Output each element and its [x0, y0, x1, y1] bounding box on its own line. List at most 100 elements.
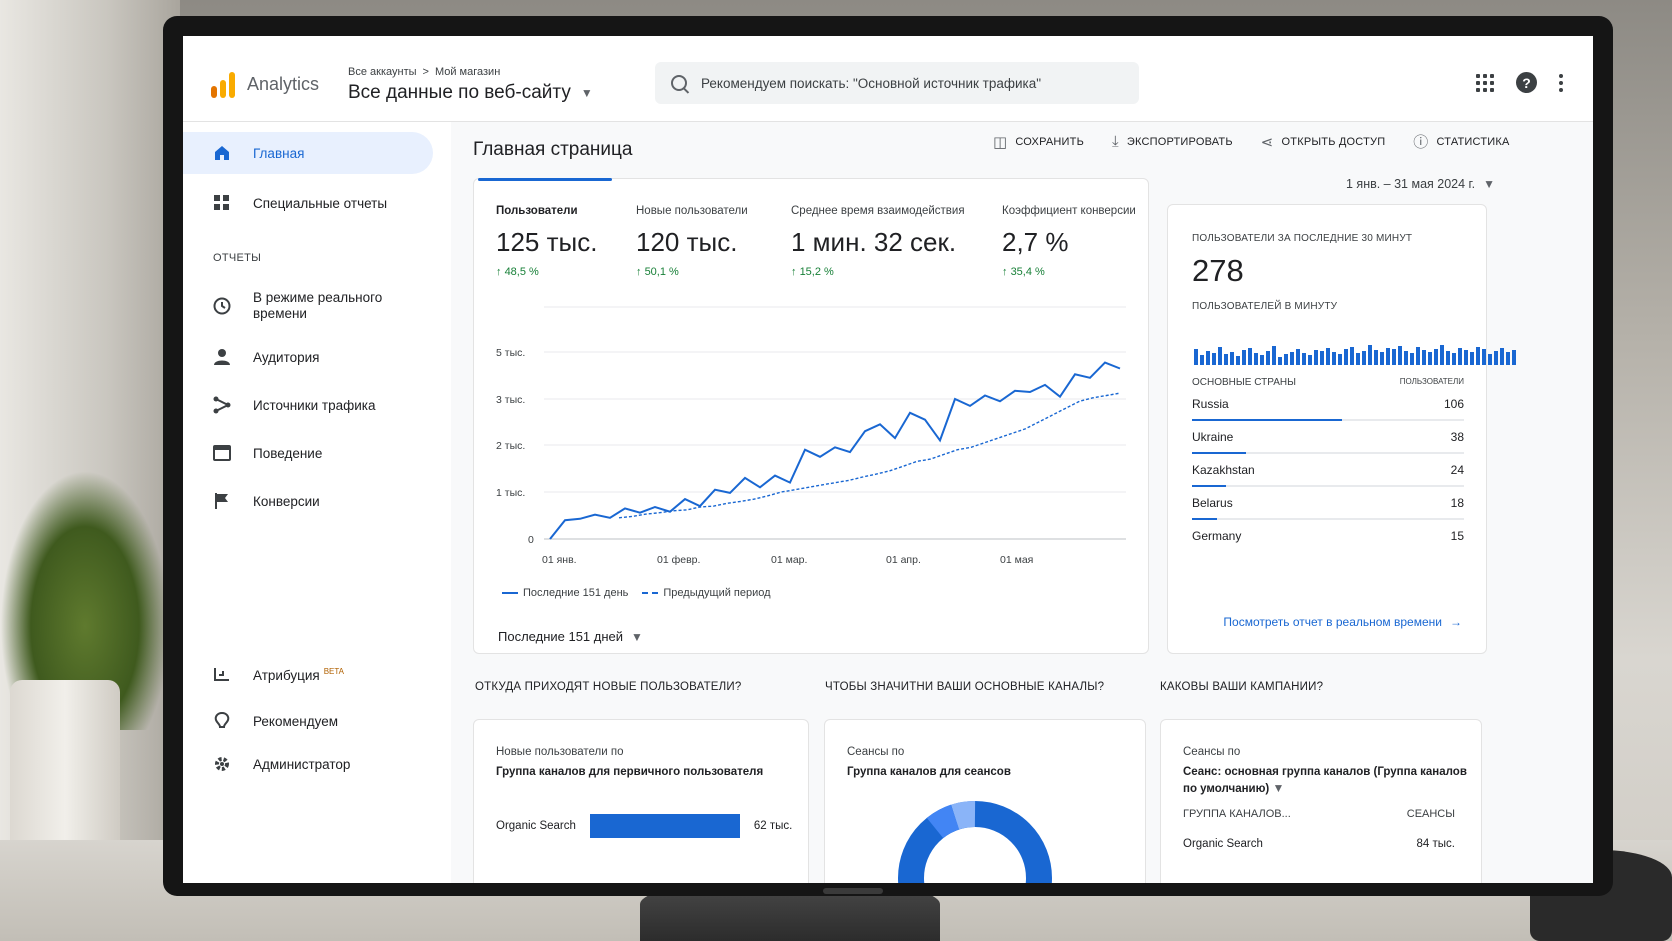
country-row[interactable]: Belarus 18	[1192, 496, 1464, 520]
country-value: 106	[1443, 397, 1464, 411]
date-range-label: 1 янв. – 31 мая 2024 г.	[1346, 177, 1476, 191]
date-range-picker[interactable]: 1 янв. – 31 мая 2024 г. ▼	[1346, 177, 1495, 191]
realtime-bar	[1194, 349, 1198, 365]
period-selector[interactable]: Последние 151 дней ▼	[498, 629, 643, 644]
help-icon[interactable]: ?	[1516, 72, 1537, 93]
sidebar-item-behavior[interactable]: Поведение	[183, 432, 433, 474]
legend-previous[interactable]: Предыдущий период	[642, 587, 771, 599]
share-button[interactable]: ⋖ ОТКРЫТЬ ДОСТУП	[1261, 131, 1386, 152]
realtime-bar	[1236, 356, 1240, 365]
metric-value: 125 тыс.	[496, 227, 598, 257]
card-subtitle: Сеанс: основная группа каналов (Группа к…	[1183, 766, 1467, 795]
x-tick-label: 01 янв.	[542, 554, 577, 566]
country-bar	[1192, 485, 1227, 487]
realtime-bar	[1374, 350, 1378, 365]
breadcrumb-account[interactable]: Мой магазин	[435, 66, 500, 78]
sidebar-item-traffic-sources[interactable]: Источники трафика	[183, 384, 433, 426]
realtime-card: ПОЛЬЗОВАТЕЛИ ЗА ПОСЛЕДНИЕ 30 МИНУТ 278 П…	[1167, 204, 1516, 654]
realtime-bar	[1404, 351, 1408, 365]
question-new-users: ОТКУДА ПРИХОДЯТ НОВЫЕ ПОЛЬЗОВАТЕЛИ?	[475, 681, 742, 693]
realtime-bar	[1458, 348, 1462, 365]
realtime-bar	[1368, 345, 1372, 365]
donut-segment-minor	[951, 801, 976, 830]
property-selector[interactable]: Все данные по веб-сайту ▼	[348, 82, 593, 104]
realtime-bar	[1410, 353, 1414, 365]
donut-chart[interactable]	[895, 798, 1055, 883]
sidebar-item-label: Рекомендуем	[253, 713, 338, 729]
period-label: Последние 151 дней	[498, 629, 624, 644]
sidebar-item-home[interactable]: Главная	[183, 132, 433, 174]
country-row[interactable]: Ukraine 38	[1192, 430, 1464, 454]
realtime-bar	[1440, 345, 1444, 365]
export-label: ЭКСПОРТИРОВАТЬ	[1126, 135, 1233, 148]
apps-grid-icon[interactable]	[1476, 73, 1494, 92]
country-bar	[1192, 518, 1218, 520]
realtime-bar	[1320, 351, 1324, 365]
sidebar-item-conversions[interactable]: Конверсии	[183, 480, 433, 522]
question-campaigns: КАКОВЫ ВАШИ КАМПАНИИ?	[1160, 681, 1324, 693]
countries-header: ОСНОВНЫЕ СТРАНЫ ПОЛЬЗОВАТЕЛИ	[1192, 377, 1464, 388]
realtime-title: ПОЛЬЗОВАТЕЛИ ЗА ПОСЛЕДНИЕ 30 МИНУТ	[1192, 233, 1413, 244]
col-channel-group[interactable]: ГРУППА КАНАЛОВ...	[1183, 808, 1291, 820]
realtime-bar	[1278, 357, 1282, 365]
line-chart[interactable]: 0 1 тыс. 2 тыс. 3 тыс. 5 тыс. 01 янв. 01 февр.…	[474, 289, 1150, 579]
row-value: 84 тыс.	[1416, 838, 1455, 850]
stats-button[interactable]: ⓘ СТАТИСТИКА	[1413, 131, 1509, 152]
legend-current[interactable]: Последние 151 день	[502, 587, 628, 599]
search-input[interactable]: Рекомендуем поискать: "Основной источник…	[655, 62, 1139, 104]
realtime-bar	[1380, 352, 1384, 365]
share-label: ОТКРЫТЬ ДОСТУП	[1281, 135, 1386, 148]
download-icon: ⤓	[1112, 133, 1119, 150]
realtime-bar	[1272, 346, 1276, 365]
logo-text[interactable]: Analytics	[247, 74, 319, 95]
behavior-icon	[213, 444, 231, 462]
beta-badge: BETA	[323, 666, 345, 676]
metric-users[interactable]: Пользователи 125 тыс. ↑ 48,5 %	[496, 205, 597, 278]
sidebar-item-realtime[interactable]: В режиме реального времени	[183, 282, 433, 330]
realtime-bar	[1386, 348, 1390, 365]
x-tick-label: 01 мар.	[771, 554, 807, 566]
realtime-bar-chart	[1194, 335, 1516, 365]
sidebar-item-custom-reports[interactable]: Специальные отчеты	[183, 182, 433, 224]
sidebar-item-label: Специальные отчеты	[253, 195, 388, 211]
save-button[interactable]: ◫ СОХРАНИТЬ	[993, 131, 1084, 152]
country-row[interactable]: Russia 106	[1192, 397, 1464, 421]
sidebar-item-attribution[interactable]: Атрибуция BETA	[183, 654, 433, 696]
source-icon	[213, 396, 231, 414]
metric-engagement-time[interactable]: Среднее время взаимодействия 1 мин. 32 с…	[791, 205, 965, 278]
country-row[interactable]: Germany 15	[1192, 529, 1464, 543]
campaigns-card: Сеансы по Сеанс: основная группа каналов…	[1160, 719, 1482, 883]
country-row[interactable]: Kazakhstan 24	[1192, 463, 1464, 487]
realtime-value: 278	[1192, 253, 1244, 288]
countries-col-label: ОСНОВНЫЕ СТРАНЫ	[1192, 377, 1296, 388]
realtime-bar	[1260, 355, 1264, 365]
card-title: Сеансы по	[847, 746, 905, 758]
more-vert-icon[interactable]	[1559, 73, 1563, 92]
sidebar-item-label: В режиме реального времени	[253, 290, 383, 321]
sidebar-item-label: Источники трафика	[253, 397, 376, 413]
realtime-bar	[1356, 353, 1360, 365]
breadcrumb-all-accounts[interactable]: Все аккаунты	[348, 66, 417, 78]
breadcrumb[interactable]: Все аккаунты > Мой магазин	[348, 66, 500, 78]
country-value: 18	[1450, 496, 1464, 510]
metric-conversion-rate[interactable]: Коэффициент конверсии 2,7 % ↑ 35,4 %	[1002, 205, 1136, 278]
realtime-bar	[1206, 351, 1210, 365]
share-icon: ⋖	[1260, 133, 1274, 151]
sidebar-item-admin[interactable]: Администратор	[183, 743, 433, 785]
col-sessions[interactable]: СЕАНСЫ	[1407, 808, 1455, 820]
bar-row[interactable]: Organic Search 62 тыс.	[496, 814, 792, 838]
realtime-bar	[1212, 353, 1216, 365]
search-icon	[671, 75, 687, 91]
metric-new-users[interactable]: Новые пользователи 120 тыс. ↑ 50,1 %	[636, 205, 748, 278]
metric-label: Пользователи	[496, 205, 578, 217]
table-row[interactable]: Organic Search 84 тыс.	[1183, 838, 1455, 850]
country-name: Kazakhstan	[1192, 463, 1255, 477]
export-button[interactable]: ⤓ ЭКСПОРТИРОВАТЬ	[1112, 131, 1233, 152]
sidebar-item-recommendations[interactable]: Рекомендуем	[183, 700, 433, 742]
realtime-bar	[1506, 352, 1510, 365]
sidebar-item-label: Поведение	[253, 445, 323, 461]
sidebar-item-audience[interactable]: Аудитория	[183, 336, 433, 378]
question-channels: ЧТОБЫ ЗНАЧИТНИ ВАШИ ОСНОВНЫЕ КАНАЛЫ?	[825, 681, 1105, 693]
realtime-report-link[interactable]: Посмотреть отчет в реальном времени →	[1223, 615, 1462, 629]
analytics-logo-icon[interactable]	[211, 72, 235, 98]
